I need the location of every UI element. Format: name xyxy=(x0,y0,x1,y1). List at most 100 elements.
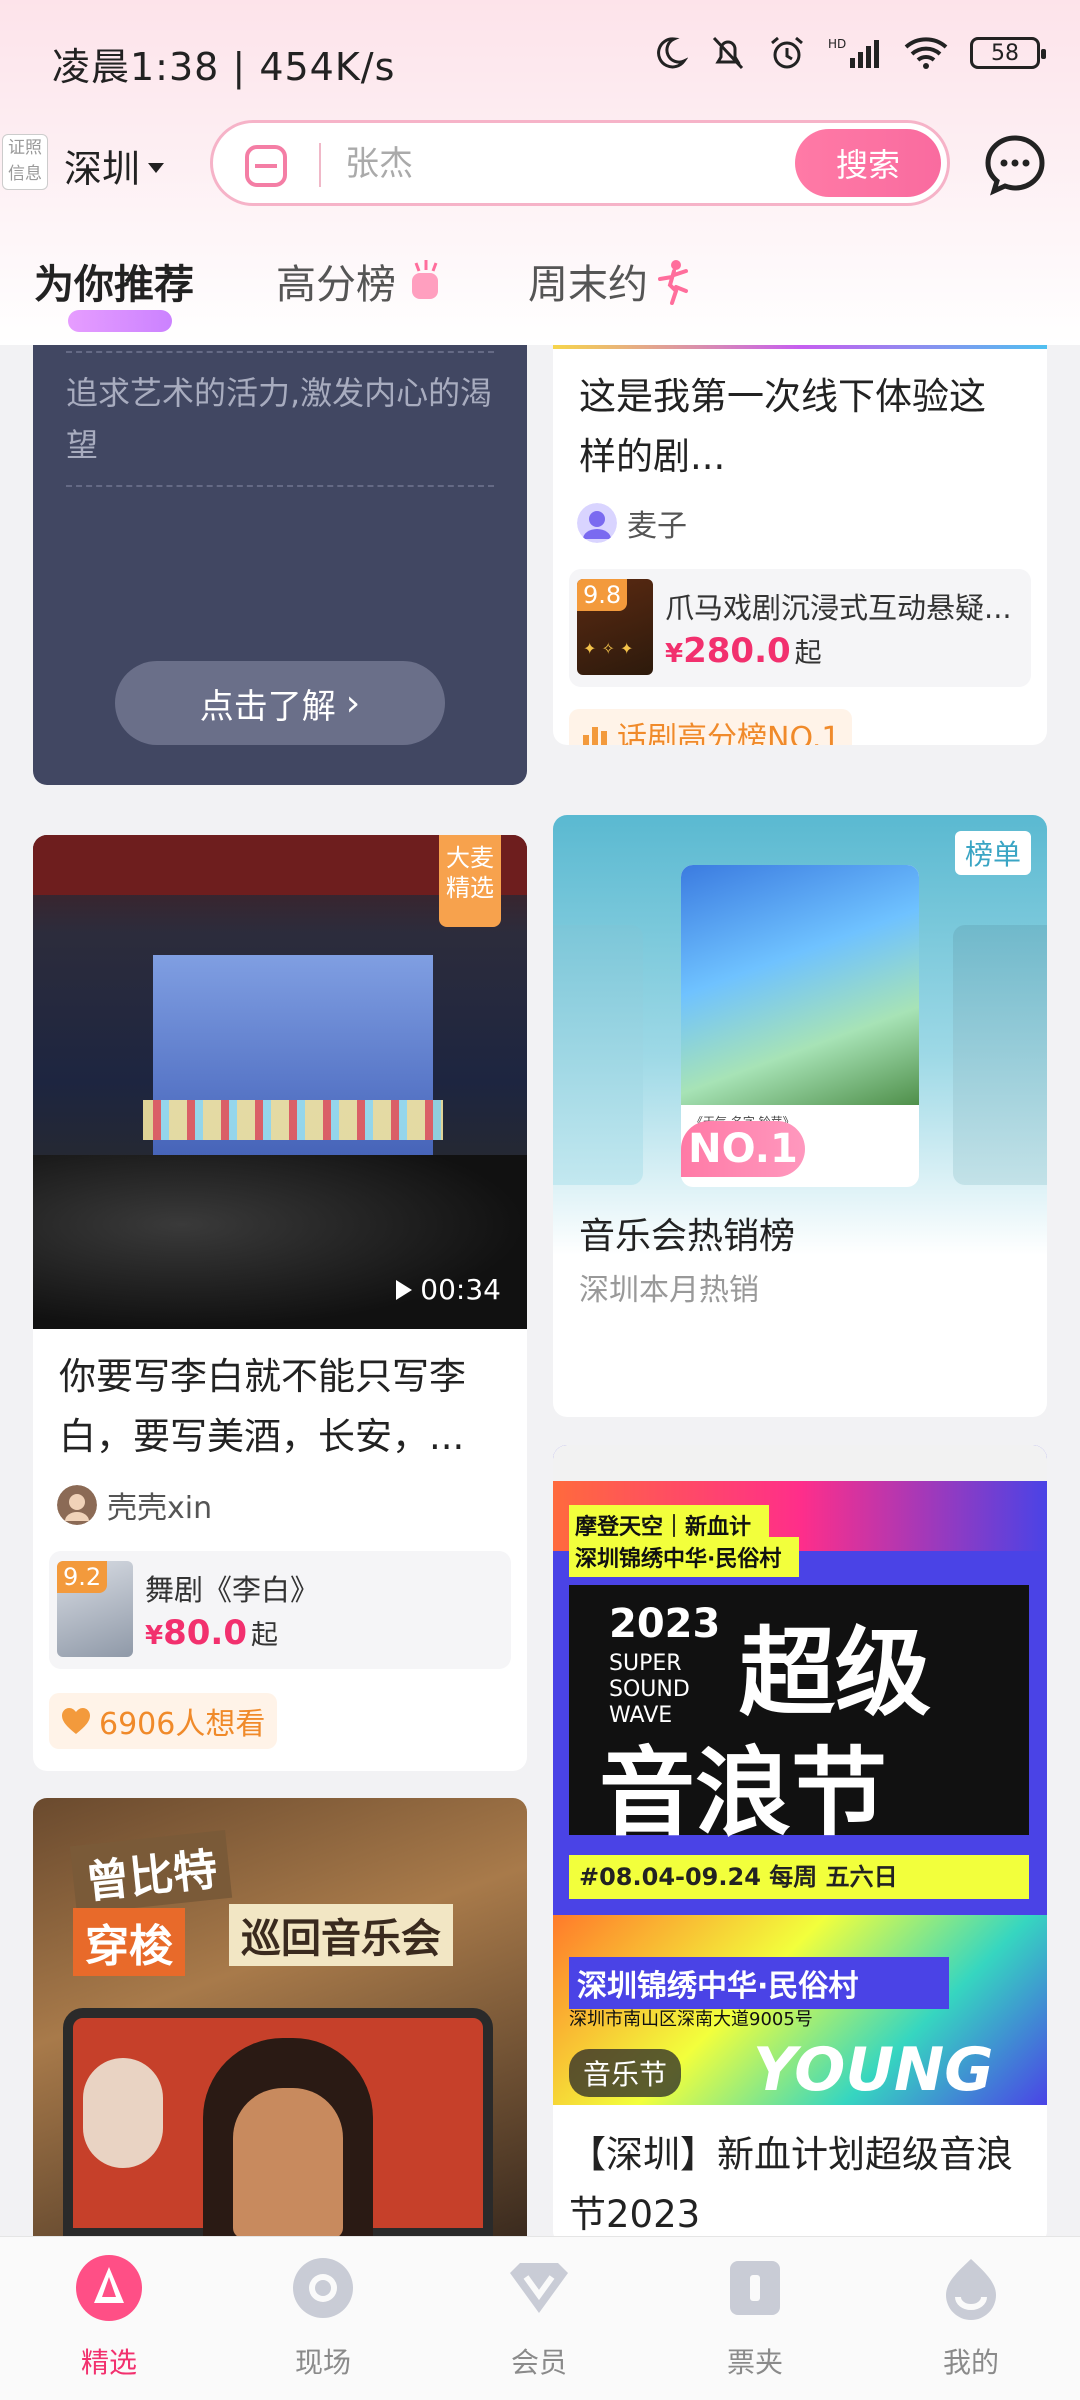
dancers xyxy=(143,1100,443,1140)
want-to-see-tag: 6906人想看 xyxy=(49,1693,278,1749)
dashed-divider xyxy=(66,351,494,353)
review-card[interactable]: 这是我第一次线下体验这样的剧... 麦子 9.8 ✦ ✧ ✦ 爪马戏剧沉浸式互动… xyxy=(553,345,1047,745)
want-count: 6906人想看 xyxy=(99,1707,266,1742)
review-author[interactable]: 麦子 xyxy=(577,501,687,545)
card-top-strip xyxy=(553,345,1047,349)
vip-icon xyxy=(510,2263,568,2313)
learn-more-button[interactable]: 点击了解 › xyxy=(115,661,445,745)
search-input[interactable] xyxy=(345,137,745,191)
tabbar-featured[interactable]: 精选 xyxy=(34,2253,184,2381)
svg-text:HD: HD xyxy=(828,37,846,51)
product-thumbnail: 9.8 ✦ ✧ ✦ xyxy=(577,579,653,675)
festival-poster: 摩登天空｜新血计划 深圳锦绣中华·民俗村 2023 SUPER SOUND WA… xyxy=(553,1445,1047,2105)
poster-year: 2023 xyxy=(609,1601,721,1647)
product-price: ¥80.0 起 xyxy=(145,1613,278,1653)
promo-card[interactable]: 追求艺术的活力,激发内心的渴望 点击了解 › xyxy=(33,345,527,785)
product-name: 爪马戏剧沉浸式互动悬疑... xyxy=(665,591,1012,625)
chevron-right-icon: › xyxy=(345,682,361,724)
search-button[interactable]: 搜索 xyxy=(795,129,941,197)
tab-weekend[interactable]: 周末约 xyxy=(528,252,694,310)
anime-art xyxy=(681,865,919,1105)
tabbar-ticket[interactable]: 票夹 xyxy=(680,2253,830,2381)
learn-more-label: 点击了解 xyxy=(199,686,336,727)
ranking-tag[interactable]: 话剧高分榜NO.1 xyxy=(569,709,853,745)
license-info-button[interactable]: 证照信息 xyxy=(2,134,48,190)
scan-icon[interactable] xyxy=(243,143,289,189)
search-row: 证照信息 深圳 搜索 xyxy=(0,120,1080,220)
clock-text: 凌晨1:38 xyxy=(52,45,220,89)
search-box: 搜索 xyxy=(210,120,950,206)
ticket-icon xyxy=(730,2261,780,2315)
video-card[interactable]: 大麦精选 00:34 你要写李白就不能只写李白，要写美酒，长安，... 壳壳xi… xyxy=(33,835,527,1771)
tabbar-vip[interactable]: 会员 xyxy=(464,2253,614,2381)
profile-icon xyxy=(946,2259,996,2320)
ranking-title: 音乐会热销榜 xyxy=(579,1216,796,1257)
product-price: ¥280.0 起 xyxy=(665,631,822,671)
currency-symbol: ¥ xyxy=(665,639,684,669)
status-time: 凌晨1:38 | 454K/s xyxy=(52,45,396,89)
tv-frame xyxy=(63,2008,493,2238)
search-divider xyxy=(319,143,321,187)
ranking-subtitle: 深圳本月热销 xyxy=(579,1273,759,1308)
message-icon[interactable] xyxy=(982,132,1048,198)
battery-icon: 58 xyxy=(970,37,1046,69)
tab-recommend[interactable]: 为你推荐 xyxy=(34,252,194,310)
promo-text: 追求艺术的活力,激发内心的渴望 xyxy=(66,374,493,464)
author-name: 壳壳xin xyxy=(107,1491,213,1526)
side-poster-right xyxy=(953,925,1047,1185)
product-chip[interactable]: 9.8 ✦ ✧ ✦ 爪马戏剧沉浸式互动悬疑... ¥280.0 起 xyxy=(569,569,1031,687)
video-thumbnail[interactable]: 大麦精选 00:34 xyxy=(33,835,527,1329)
currency-symbol: ¥ xyxy=(145,1621,164,1651)
mute-bell-icon xyxy=(712,36,744,70)
bar-chart-icon xyxy=(583,727,607,745)
price-value: 280.0 xyxy=(683,631,791,671)
price-suffix: 起 xyxy=(250,1620,278,1651)
author-name: 麦子 xyxy=(627,509,687,544)
live-icon xyxy=(293,2258,353,2318)
battery-level: 58 xyxy=(991,40,1019,66)
performer-face xyxy=(233,2088,343,2238)
thumb-art: ✦ ✧ ✦ xyxy=(583,639,634,658)
clap-icon xyxy=(412,260,438,299)
product-chip[interactable]: 9.2 舞剧《李白》 ¥80.0 起 xyxy=(49,1551,511,1669)
active-tab-indicator xyxy=(68,310,172,332)
product-thumbnail: 9.2 xyxy=(57,1561,133,1657)
festival-card[interactable]: 摩登天空｜新血计划 深圳锦绣中华·民俗村 2023 SUPER SOUND WA… xyxy=(553,1445,1047,2245)
tabbar-live[interactable]: 现场 xyxy=(248,2253,398,2381)
status-bar: 凌晨1:38 | 454K/s HD 58 xyxy=(0,0,1080,120)
rank-badge: NO.1 xyxy=(681,1121,805,1177)
poster-title1: 超级 xyxy=(739,1617,931,1729)
tabbar-label: 票夹 xyxy=(726,2346,783,2379)
dashed-divider xyxy=(66,485,494,487)
poster-address: 深圳市南山区深南大道9005号 xyxy=(569,2009,813,2030)
city-label: 深圳 xyxy=(64,147,141,191)
tag-label: 话剧高分榜NO.1 xyxy=(617,721,841,745)
video-author[interactable]: 壳壳xin xyxy=(57,1483,212,1527)
second-performer xyxy=(83,2058,163,2168)
price-suffix: 起 xyxy=(794,638,822,669)
poster-venue: 深圳锦绣中华·民俗村 xyxy=(569,1957,949,2009)
featured-icon xyxy=(76,2255,142,2321)
tab-label: 为你推荐 xyxy=(34,262,194,308)
poster-line2: 穿梭 xyxy=(73,1908,185,1976)
category-tabs: 为你推荐 高分榜 周末约 xyxy=(0,240,1080,340)
product-score: 9.2 xyxy=(57,1561,108,1593)
side-poster-left xyxy=(553,925,643,1185)
ranking-card[interactable]: 《天气 名字 铃芽》 NO.1 榜单 音乐会热销榜 深圳本月热销 xyxy=(553,815,1047,1417)
avatar xyxy=(57,1485,97,1525)
product-name: 舞剧《李白》 xyxy=(145,1573,320,1607)
ranking-badge: 榜单 xyxy=(954,831,1031,875)
tab-high-score[interactable]: 高分榜 xyxy=(276,252,450,310)
editor-pick-badge: 大麦精选 xyxy=(439,835,501,927)
person-dance-icon xyxy=(658,260,688,305)
concert-card[interactable]: 曾比特 穿梭 巡回音乐会 xyxy=(33,1798,527,2238)
city-selector[interactable]: 深圳 xyxy=(64,138,165,193)
bottom-tab-bar: 精选 现场 会员 票夹 我的 xyxy=(0,2236,1080,2400)
tabbar-label: 会员 xyxy=(510,2346,567,2379)
signal-icon: HD xyxy=(828,37,879,68)
sponsor-strip xyxy=(553,1445,1047,1481)
price-value: 80.0 xyxy=(163,1613,247,1653)
tabbar-label: 我的 xyxy=(942,2346,999,2379)
poster-line3: 巡回音乐会 xyxy=(229,1904,453,1966)
tabbar-profile[interactable]: 我的 xyxy=(896,2253,1046,2381)
